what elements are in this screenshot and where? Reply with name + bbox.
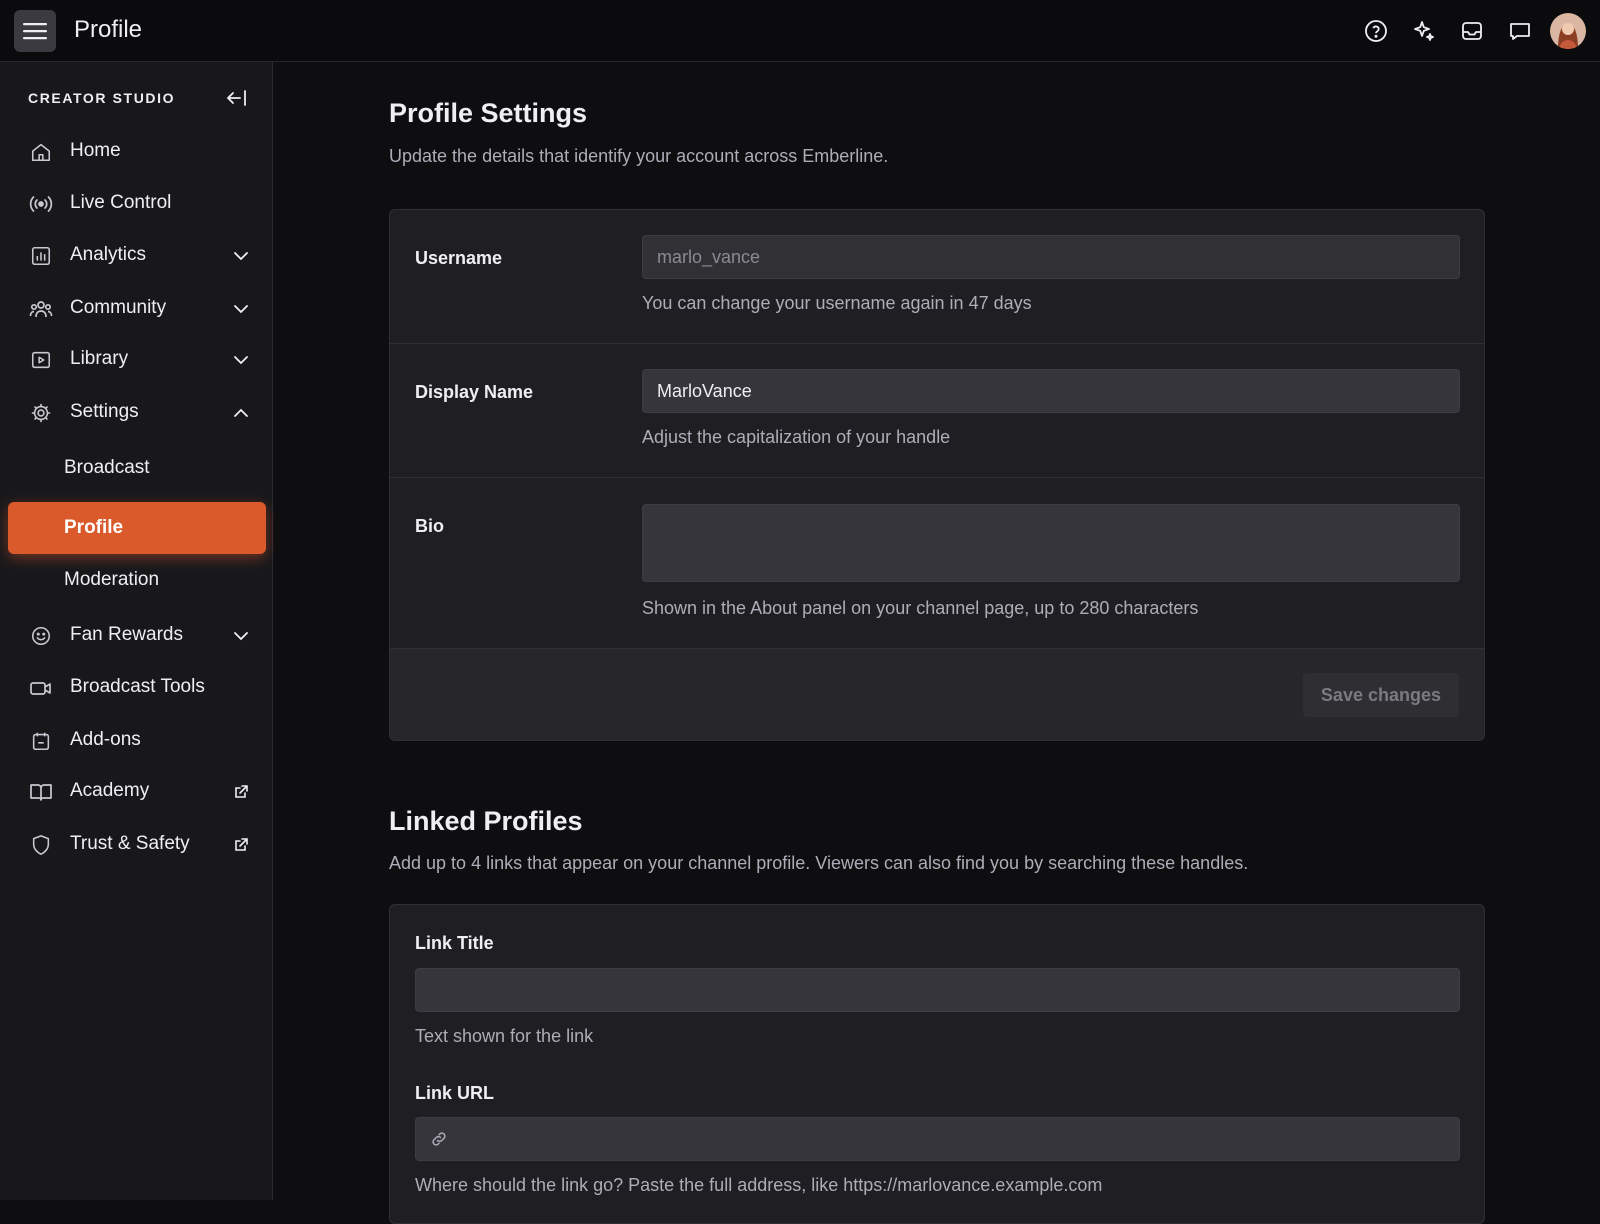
avatar[interactable] [1550,13,1586,49]
sidebar-item-library[interactable]: Library [0,337,273,381]
link-title-label: Link Title [415,933,494,953]
linked-profiles-heading: Linked Profiles [389,806,583,836]
sidebar-item-add-ons[interactable]: Add-ons [0,718,273,762]
sidebar-heading: CREATOR STUDIO [28,90,176,106]
sparkle-button[interactable] [1400,7,1448,55]
chevron-down-icon [234,252,248,261]
link-url-label: Link URL [415,1083,494,1103]
collapse-left-icon [226,90,246,106]
main-content: Profile Settings Update the details that… [274,62,1600,1224]
chevron-down-icon [234,632,248,641]
card-footer: Save changes [390,648,1484,740]
sidebar-item-label: Community [70,297,167,318]
sidebar-item-live-control[interactable]: Live Control [0,181,273,225]
page-title: Profile [74,16,143,43]
sidebar-item-label: Trust & Safety [70,833,190,854]
sidebar-item-label: Fan Rewards [70,624,183,645]
gear-icon [31,403,51,423]
external-link-icon [235,838,248,851]
sparkle-icon [1414,21,1434,41]
link-url-hint: Where should the link go? Paste the full… [415,1175,1103,1195]
link-icon [432,1132,446,1146]
sidebar-item-label: Academy [70,780,150,801]
sidebar-item-settings[interactable]: Settings [0,390,273,434]
sidebar-subitem-broadcast[interactable]: Broadcast [8,442,266,494]
link-title-hint: Text shown for the link [415,1026,594,1046]
collapse-sidebar-button[interactable] [222,84,250,112]
sidebar-subitem-label: Broadcast [64,457,150,478]
help-icon [1365,20,1387,42]
sidebar-subitem-moderation[interactable]: Moderation [8,554,266,606]
display-name-row: Display Name MarloVance Adjust the capit… [390,344,1484,478]
username-row: Username marlo_vance You can change your… [390,210,1484,344]
inbox-icon [1462,22,1482,40]
hamburger-icon [23,23,47,40]
username-input[interactable]: marlo_vance [642,235,1460,279]
sidebar-item-label: Library [70,348,129,369]
help-button[interactable] [1352,7,1400,55]
broadcast-signal-icon [29,196,53,212]
sidebar-item-academy[interactable]: Academy [0,769,273,813]
sidebar-item-fan-rewards[interactable]: Fan Rewards [0,613,273,657]
profile-settings-card: Username marlo_vance You can change your… [389,209,1485,741]
sidebar-item-community[interactable]: Community [0,286,273,330]
sidebar-subitem-label: Moderation [64,569,160,590]
bio-hint: Shown in the About panel on your channel… [642,598,1199,618]
link-title-input[interactable] [415,968,1460,1012]
sidebar-subitem-label: Profile [64,517,124,538]
sidebar-item-trust-safety[interactable]: Trust & Safety [0,822,273,866]
sidebar-item-label: Analytics [70,244,147,265]
display-name-input[interactable]: MarloVance [642,369,1460,413]
sidebar-item-label: Live Control [70,192,172,213]
chat-button[interactable] [1496,7,1544,55]
bio-textarea[interactable] [642,504,1460,582]
sidebar-subitem-profile[interactable]: Profile [8,502,266,554]
sidebar-item-label: Settings [70,401,139,422]
analytics-icon [31,246,51,266]
external-link-icon [235,785,248,798]
sidebar-item-label: Home [70,140,121,161]
chevron-down-icon [234,356,248,365]
username-hint: You can change your username again in 47… [642,293,1032,313]
inbox-button[interactable] [1448,7,1496,55]
username-label: Username [415,248,503,268]
calendar-icon [32,732,50,751]
chevron-down-icon [234,305,248,314]
sidebar-item-home[interactable]: Home [0,129,273,173]
top-bar: Profile [0,0,1600,62]
library-icon [31,351,51,369]
chevron-up-icon [234,408,248,417]
home-icon [31,143,51,162]
sidebar-item-label: Broadcast Tools [70,676,205,697]
bio-row: Bio Shown in the About panel on your cha… [390,478,1484,648]
profile-settings-heading: Profile Settings [389,98,588,128]
link-url-input[interactable] [415,1117,1460,1161]
display-name-label: Display Name [415,382,534,402]
community-icon [29,301,53,318]
camera-icon [30,682,51,695]
sidebar: CREATOR STUDIO Home Live Control Analyti… [0,62,273,1200]
linked-profiles-subtitle: Add up to 4 links that appear on your ch… [389,853,1249,873]
profile-settings-subtitle: Update the details that identify your ac… [389,146,889,166]
chat-icon [1510,23,1530,40]
sidebar-item-label: Add-ons [70,729,141,750]
hamburger-menu-button[interactable] [14,10,56,52]
smile-icon [31,626,51,646]
user-avatar-icon [1550,13,1586,49]
linked-profiles-card: Link Title Text shown for the link Link … [389,904,1485,1224]
save-changes-button[interactable]: Save changes [1302,673,1459,717]
display-name-hint: Adjust the capitalization of your handle [642,427,951,447]
bio-label: Bio [415,516,444,536]
sidebar-item-broadcast-tools[interactable]: Broadcast Tools [0,665,273,709]
sidebar-item-analytics[interactable]: Analytics [0,233,273,277]
shield-icon [32,835,50,855]
book-icon [30,784,52,801]
